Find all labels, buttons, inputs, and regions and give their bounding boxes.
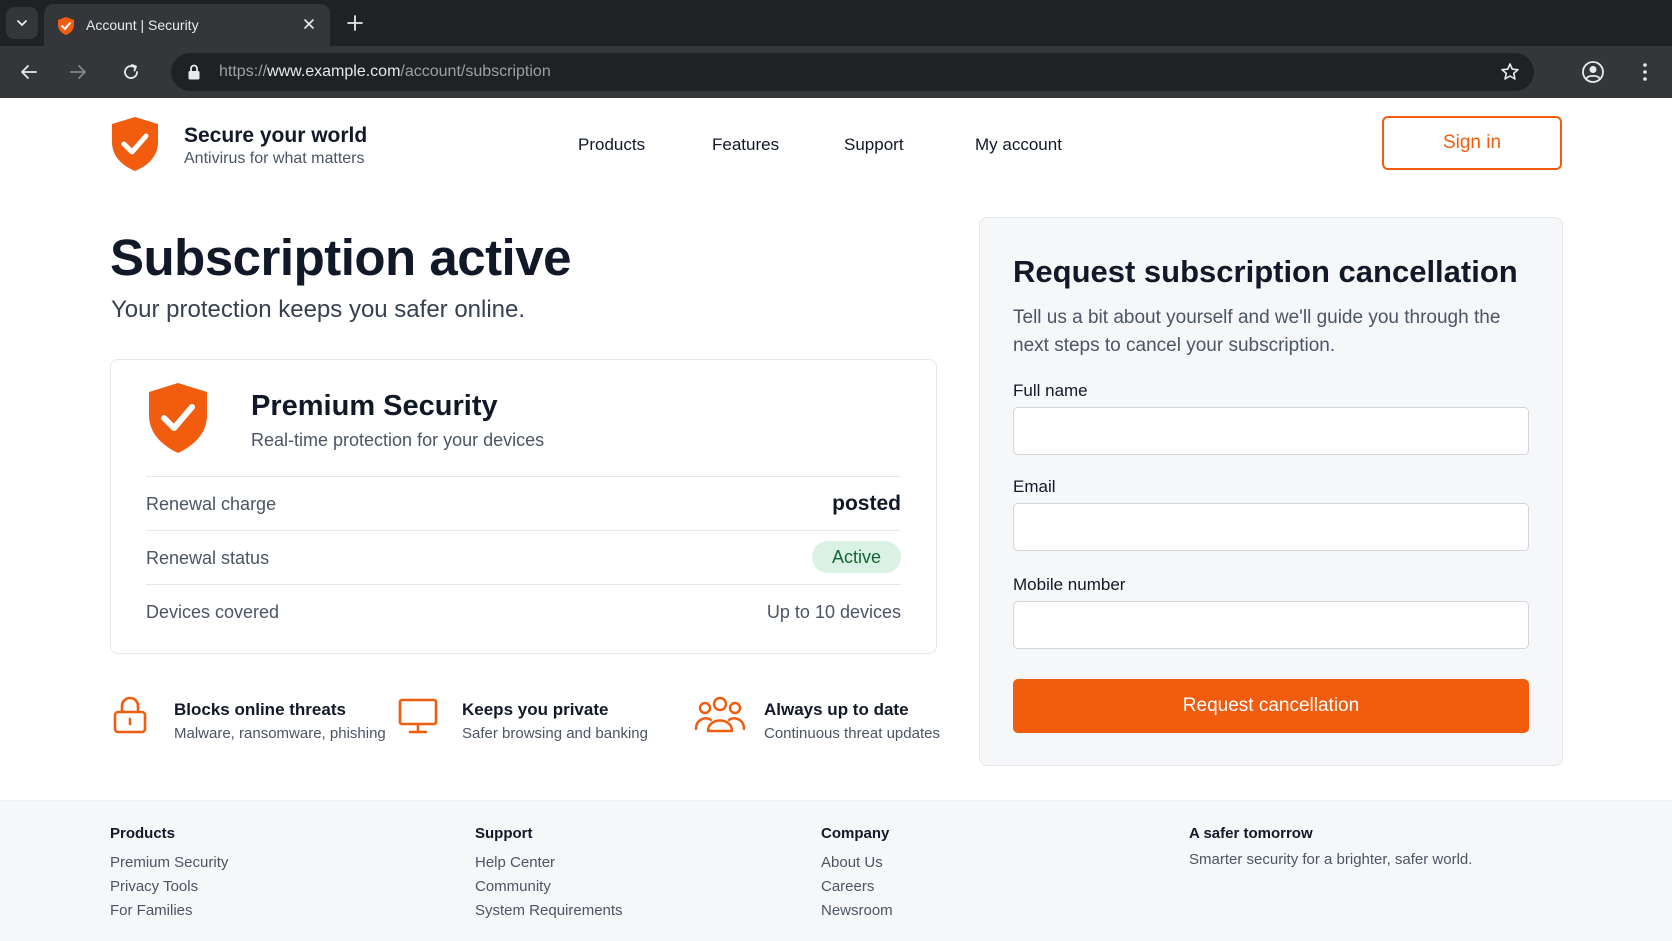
footer-heading: Company bbox=[821, 825, 890, 842]
footer-link[interactable]: Community bbox=[475, 875, 623, 899]
feature-title: Always up to date bbox=[764, 700, 909, 719]
lock-icon bbox=[113, 696, 147, 734]
tab-search-button[interactable] bbox=[6, 7, 38, 39]
shield-favicon-icon bbox=[58, 17, 74, 35]
lock-icon bbox=[188, 64, 200, 80]
devices-covered-row: Devices covered Up to 10 devices bbox=[146, 584, 901, 638]
brand-shield-logo-icon[interactable] bbox=[109, 115, 161, 173]
renewal-charge-row: Renewal charge posted bbox=[146, 476, 901, 530]
profile-avatar-icon[interactable] bbox=[1580, 59, 1606, 85]
footer-link[interactable]: Careers bbox=[821, 875, 893, 899]
url-path: /account/subscription bbox=[400, 63, 551, 80]
browser-tab-active[interactable]: Account | Security bbox=[44, 4, 330, 46]
renewal-status-row: Renewal status Active bbox=[146, 530, 901, 584]
nav-products[interactable]: Products bbox=[578, 135, 645, 155]
form-intro: Tell us a bit about yourself and we'll g… bbox=[1013, 307, 1501, 356]
feature-title: Blocks online threats bbox=[174, 700, 346, 719]
brand-tagline: Antivirus for what matters bbox=[184, 150, 365, 167]
footer-link[interactable]: Premium Security bbox=[110, 851, 228, 875]
renewal-charge-value: posted bbox=[832, 492, 901, 515]
footer-column-support: Support Help Center Community System Req… bbox=[475, 825, 623, 923]
status-badge: Active bbox=[811, 541, 901, 573]
nav-my-account[interactable]: My account bbox=[975, 135, 1062, 155]
footer-link[interactable]: System Requirements bbox=[475, 899, 623, 923]
full-name-input[interactable] bbox=[1013, 407, 1529, 455]
back-arrow-icon[interactable] bbox=[16, 59, 42, 85]
footer-about-heading: A safer tomorrow bbox=[1189, 825, 1313, 842]
request-cancellation-button[interactable]: Request cancellation bbox=[1013, 679, 1529, 733]
bookmark-star-icon[interactable] bbox=[1500, 62, 1520, 82]
nav-features[interactable]: Features bbox=[712, 135, 779, 155]
address-bar[interactable]: https://www.example.com/account/subscrip… bbox=[171, 53, 1534, 91]
email-label: Email bbox=[1013, 477, 1056, 496]
chevron-down-icon bbox=[17, 20, 27, 27]
footer-heading: Support bbox=[475, 825, 533, 842]
feature-title: Keeps you private bbox=[462, 700, 609, 719]
cancellation-form-card: Request subscription cancellation Tell u… bbox=[979, 217, 1563, 766]
users-icon bbox=[694, 696, 746, 733]
forward-arrow-icon[interactable] bbox=[65, 59, 91, 85]
footer-column-company: Company About Us Careers Newsroom bbox=[821, 825, 893, 923]
feature-subtitle: Malware, ransomware, phishing bbox=[174, 725, 386, 742]
plan-card: Premium Security Real-time protection fo… bbox=[110, 359, 937, 654]
renewal-charge-label: Renewal charge bbox=[146, 494, 277, 514]
devices-covered-value: Up to 10 devices bbox=[766, 602, 901, 622]
browser-toolbar: https://www.example.com/account/subscrip… bbox=[0, 46, 1672, 98]
browser-tab-bar: Account | Security bbox=[0, 0, 1672, 46]
page-title: Subscription active bbox=[110, 229, 571, 286]
more-menu-icon[interactable] bbox=[1632, 59, 1658, 85]
full-name-label: Full name bbox=[1013, 381, 1088, 400]
footer-about-text: Smarter security for a brighter, safer w… bbox=[1189, 851, 1473, 868]
reload-icon[interactable] bbox=[118, 59, 144, 85]
footer-about: A safer tomorrow Smarter security for a … bbox=[1189, 825, 1472, 868]
url-scheme: https:// bbox=[219, 63, 268, 80]
close-tab-icon[interactable] bbox=[300, 15, 318, 33]
footer-column-products: Products Premium Security Privacy Tools … bbox=[110, 825, 228, 923]
footer-heading: Products bbox=[110, 825, 176, 842]
monitor-icon bbox=[398, 698, 438, 734]
mobile-number-label: Mobile number bbox=[1013, 575, 1126, 594]
nav-support[interactable]: Support bbox=[844, 135, 904, 155]
brand-name[interactable]: Secure your world bbox=[184, 124, 367, 148]
footer-link[interactable]: Help Center bbox=[475, 851, 623, 875]
url-text[interactable]: https://www.example.com/account/subscrip… bbox=[219, 63, 551, 81]
email-input[interactable] bbox=[1013, 503, 1529, 551]
url-host: www.example.com bbox=[267, 63, 401, 80]
mobile-number-input[interactable] bbox=[1013, 601, 1529, 649]
form-title: Request subscription cancellation bbox=[1013, 254, 1518, 289]
site-header: Secure your world Antivirus for what mat… bbox=[0, 98, 1672, 190]
site-footer: Products Premium Security Privacy Tools … bbox=[0, 800, 1672, 941]
page-subtitle: Your protection keeps you safer online. bbox=[111, 296, 526, 323]
plan-name: Premium Security bbox=[251, 390, 498, 422]
footer-link[interactable]: Newsroom bbox=[821, 899, 893, 923]
sign-in-button[interactable]: Sign in bbox=[1382, 116, 1562, 170]
feature-subtitle: Safer browsing and banking bbox=[462, 725, 648, 742]
tab-title: Account | Security bbox=[86, 17, 199, 33]
new-tab-plus-icon[interactable] bbox=[344, 12, 366, 34]
devices-covered-label: Devices covered bbox=[146, 602, 280, 622]
feature-subtitle: Continuous threat updates bbox=[764, 725, 940, 742]
footer-link[interactable]: About Us bbox=[821, 851, 893, 875]
footer-link[interactable]: For Families bbox=[110, 899, 228, 923]
shield-check-icon bbox=[149, 383, 207, 453]
plan-description: Real-time protection for your devices bbox=[251, 430, 545, 450]
footer-link[interactable]: Privacy Tools bbox=[110, 875, 228, 899]
renewal-status-label: Renewal status bbox=[146, 548, 270, 568]
